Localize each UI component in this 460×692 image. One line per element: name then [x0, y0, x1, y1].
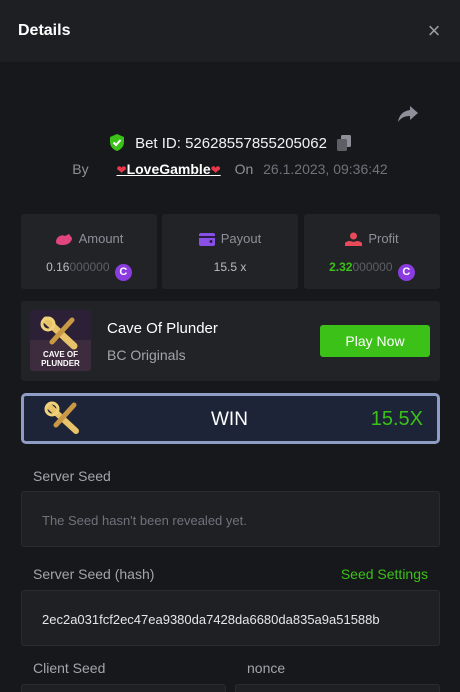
- by-label: By: [72, 161, 89, 177]
- bet-byline: By ❤LoveGamble❤ On 26.1.2023, 09:36:42: [0, 161, 460, 177]
- result-label: WIN: [211, 409, 248, 430]
- result-banner: WIN 15.5X: [21, 393, 440, 444]
- server-seed-hash-label: Server Seed (hash): [33, 566, 155, 582]
- coin-icon: C: [397, 264, 415, 281]
- client-seed-field[interactable]: [21, 684, 226, 692]
- game-name[interactable]: Cave Of Plunder: [107, 320, 218, 337]
- amount-value: 0.16000000 C: [21, 260, 157, 281]
- game-card: CAVE OF PLUNDER Cave Of Plunder BC Origi…: [21, 301, 440, 381]
- copy-icon[interactable]: [337, 135, 352, 151]
- profit-value: 2.32000000 C: [304, 260, 440, 281]
- coin-icon: C: [114, 264, 132, 281]
- modal-header: Details ×: [0, 0, 460, 62]
- profit-label: Profit: [368, 231, 399, 246]
- payout-value: 15.5 x: [213, 260, 247, 274]
- on-label: On: [234, 161, 254, 177]
- amount-label: Amount: [78, 231, 124, 246]
- cave-of-plunder-logo: CAVE OF PLUNDER: [30, 310, 91, 371]
- seed-settings-link[interactable]: Seed Settings: [341, 566, 428, 582]
- game-thumbnail[interactable]: CAVE OF PLUNDER: [30, 310, 91, 371]
- svg-text:CAVE OF: CAVE OF: [43, 350, 78, 359]
- profit-icon: [345, 232, 363, 246]
- server-seed-hash-value: 2ec2a031fcf2ec47ea9380da7428da6680da835a…: [42, 612, 380, 627]
- bet-id-label: Bet ID:: [135, 135, 181, 152]
- server-seed-field: The Seed hasn't been revealed yet.: [21, 491, 440, 547]
- bet-id-line: Bet ID: 52628557855205062: [0, 134, 460, 152]
- heart-icon: ❤: [210, 163, 221, 177]
- treasure-key-icon: [44, 401, 79, 434]
- client-seed-label: Client Seed: [33, 660, 106, 676]
- amount-card: Amount 0.16000000 C: [21, 214, 157, 289]
- server-seed-hash-field[interactable]: 2ec2a031fcf2ec47ea9380da7428da6680da835a…: [21, 590, 440, 646]
- wallet-icon: [198, 233, 215, 246]
- nonce-label: nonce: [247, 660, 286, 676]
- amount-icon: [55, 234, 72, 245]
- svg-text:PLUNDER: PLUNDER: [41, 359, 80, 368]
- close-icon[interactable]: ×: [424, 20, 444, 42]
- profit-card: Profit 2.32000000 C: [304, 214, 440, 289]
- verified-shield-icon: [109, 134, 124, 151]
- server-seed-value: The Seed hasn't been revealed yet.: [42, 513, 247, 528]
- bet-id-value: 52628557855205062: [185, 135, 327, 152]
- modal-title: Details: [18, 22, 71, 39]
- payout-card: Payout 15.5 x: [162, 214, 298, 289]
- game-provider: BC Originals: [107, 347, 186, 363]
- play-now-button[interactable]: Play Now: [320, 325, 430, 357]
- bet-datetime: 26.1.2023, 09:36:42: [263, 161, 388, 177]
- share-icon[interactable]: [396, 102, 420, 126]
- heart-icon: ❤: [116, 163, 127, 177]
- username: LoveGamble: [126, 161, 211, 177]
- result-multiplier: 15.5X: [370, 408, 423, 430]
- nonce-field[interactable]: [235, 684, 440, 692]
- server-seed-label: Server Seed: [33, 468, 111, 484]
- username-link[interactable]: ❤LoveGamble❤: [117, 161, 221, 177]
- payout-label: Payout: [220, 231, 262, 246]
